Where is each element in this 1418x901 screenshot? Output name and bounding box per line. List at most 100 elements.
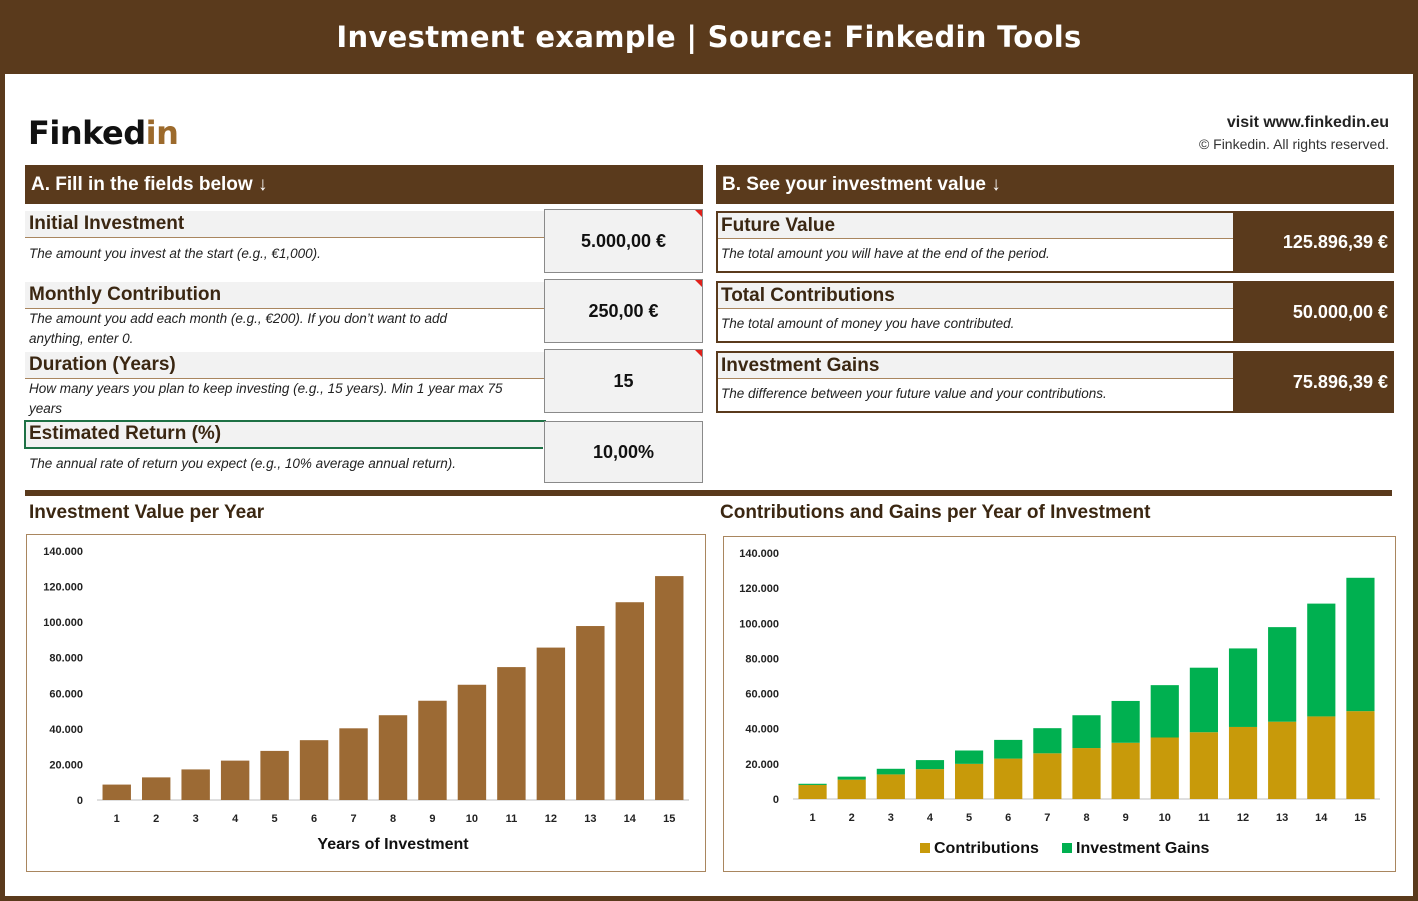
contributions-bar <box>837 779 866 799</box>
x-tick-label: 14 <box>1315 812 1328 824</box>
chart2-title: Contributions and Gains per Year of Inve… <box>720 502 1151 523</box>
y-tick-label: 140.000 <box>43 546 83 558</box>
investment-gains-amount: 75.896,39 € <box>1292 371 1388 392</box>
total-contributions-label: Total Contributions <box>718 283 1233 309</box>
initial-investment-desc: The amount you invest at the start (e.g.… <box>29 246 321 261</box>
bar <box>378 715 408 800</box>
gains-bar <box>1072 715 1101 749</box>
estimated-return-row: Estimated Return (%) The annual rate of … <box>24 420 549 483</box>
bar <box>181 769 210 800</box>
future-value-label: Future Value <box>718 213 1233 239</box>
x-tick-label: 5 <box>966 812 972 824</box>
gains-bar <box>1111 700 1140 743</box>
investment-gains-label: Investment Gains <box>718 353 1233 379</box>
monthly-contribution-row: Monthly Contribution The amount you add … <box>25 282 545 346</box>
contributions-bar <box>1268 721 1297 799</box>
estimated-return-desc: The annual rate of return you expect (e.… <box>29 456 457 471</box>
comment-indicator-icon[interactable] <box>695 350 702 357</box>
future-value-amount: 125.896,39 € <box>1282 231 1388 252</box>
y-tick-label: 40.000 <box>49 724 83 736</box>
y-tick-label: 120.000 <box>739 583 779 595</box>
investment-value-chart[interactable]: 0 20.000 40.000 60.000 80.000 100.000 120.000 1… <box>26 534 706 872</box>
x-tick-label: 2 <box>849 812 855 824</box>
copyright-text: © Finkedin. All rights reserved. <box>1198 136 1389 152</box>
gains-bar <box>994 739 1023 759</box>
future-value-desc: The total amount you will have at the en… <box>721 246 1050 261</box>
x-tick-label: 8 <box>1083 812 1089 824</box>
initial-investment-label: Initial Investment <box>25 211 545 238</box>
x-tick-label: 10 <box>466 813 478 825</box>
initial-investment-value: 5.000,00 € <box>580 230 667 251</box>
bar <box>497 667 526 800</box>
total-contributions-amount: 50.000,00 € <box>1292 301 1388 322</box>
legend-gains-label: Investment Gains <box>1076 840 1209 857</box>
contributions-bar <box>1228 726 1258 799</box>
total-contributions-output: 50.000,00 € <box>1233 281 1394 343</box>
x-tick-label: 9 <box>429 813 435 825</box>
total-contributions-row: Total Contributions The total amount of … <box>716 281 1235 343</box>
investment-gains-output: 75.896,39 € <box>1233 351 1394 413</box>
contributions-bar <box>1307 716 1336 799</box>
bar <box>260 750 289 800</box>
bar <box>141 777 171 800</box>
investment-value-chart-svg: 0 20.000 40.000 60.000 80.000 100.000 120.000 1… <box>43 546 689 853</box>
initial-investment-row: Initial Investment The amount you invest… <box>25 211 545 273</box>
bar <box>536 647 566 800</box>
x-tick-label: 5 <box>272 813 278 825</box>
gains-bar <box>1307 603 1336 717</box>
estimated-return-input[interactable]: 10,00% <box>544 421 703 483</box>
gains-bar <box>1033 728 1062 754</box>
x-tick-label: 7 <box>350 813 356 825</box>
estimated-return-value: 10,00% <box>592 441 655 462</box>
contributions-bar <box>1033 753 1062 799</box>
y-tick-label: 100.000 <box>739 618 779 630</box>
contributions-bar <box>1072 748 1101 799</box>
banner-title: Investment example | Source: Finkedin To… <box>336 20 1082 54</box>
investment-gains-desc: The difference between your future value… <box>721 386 1107 401</box>
y-tick-label: 40.000 <box>745 724 779 736</box>
y-tick-label: 0 <box>773 794 779 806</box>
finkedin-logo: Finkedin <box>28 114 179 152</box>
x-tick-label: 7 <box>1044 812 1050 824</box>
comment-indicator-icon[interactable] <box>695 210 702 217</box>
section-divider <box>25 490 1392 496</box>
section-b-header: B. See your investment value ↓ <box>716 165 1394 204</box>
y-tick-label: 100.000 <box>43 617 83 629</box>
bar <box>220 760 250 800</box>
future-value-output: 125.896,39 € <box>1233 211 1394 273</box>
y-tick-label: 60.000 <box>745 689 779 701</box>
x-axis-title: Years of Investment <box>317 836 469 853</box>
logo-accent-text: in <box>145 114 179 152</box>
y-tick-label: 140.000 <box>739 548 779 560</box>
duration-input[interactable]: 15 <box>544 349 703 413</box>
x-tick-label: 14 <box>624 813 637 825</box>
monthly-contribution-value: 250,00 € <box>588 300 659 321</box>
initial-investment-input[interactable]: 5.000,00 € <box>544 209 703 273</box>
gains-bar <box>1150 685 1179 738</box>
legend-gains-swatch <box>1062 843 1072 853</box>
y-tick-label: 20.000 <box>745 759 779 771</box>
gains-bar <box>1189 667 1218 733</box>
section-a-title: A. Fill in the fields below ↓ <box>31 173 268 195</box>
contributions-bar <box>1189 732 1218 799</box>
bar <box>339 728 368 800</box>
visit-link[interactable]: visit www.finkedin.eu <box>1227 114 1389 132</box>
bar <box>418 700 447 800</box>
contributions-bar <box>994 758 1023 799</box>
contributions-gains-chart[interactable]: 0 20.000 40.000 60.000 80.000 100.000 120.000 1… <box>723 536 1396 872</box>
future-value-row: Future Value The total amount you will h… <box>716 211 1235 273</box>
contributions-bar <box>1346 711 1375 799</box>
y-tick-label: 80.000 <box>49 653 83 665</box>
x-tick-label: 13 <box>584 813 596 825</box>
comment-indicator-icon[interactable] <box>695 280 702 287</box>
gains-bar <box>1346 577 1375 712</box>
duration-value: 15 <box>613 370 634 391</box>
monthly-contribution-input[interactable]: 250,00 € <box>544 279 703 343</box>
x-tick-label: 6 <box>1005 812 1011 824</box>
estimated-return-label[interactable]: Estimated Return (%) <box>24 420 549 451</box>
gains-bar <box>1268 627 1297 722</box>
total-contributions-desc: The total amount of money you have contr… <box>721 316 1015 331</box>
x-tick-label: 4 <box>232 813 239 825</box>
contributions-bar <box>955 763 984 799</box>
gains-bar <box>798 783 827 785</box>
